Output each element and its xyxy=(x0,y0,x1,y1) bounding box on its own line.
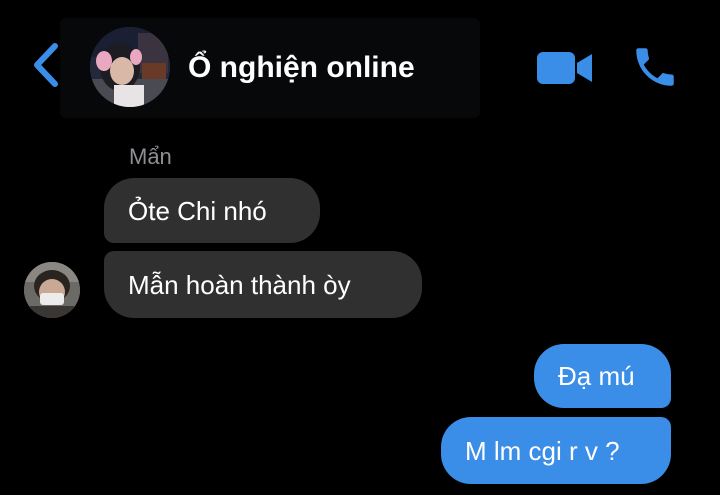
group-avatar-image xyxy=(90,27,170,107)
message-text: Đạ mú xyxy=(558,361,635,391)
group-avatar[interactable] xyxy=(90,27,170,107)
voice-call-button[interactable] xyxy=(630,42,680,92)
incoming-message-bubble[interactable]: Mẫn hoàn thành òy xyxy=(104,251,422,318)
outgoing-message-bubble[interactable]: M lm cgi r v ? xyxy=(441,417,671,484)
chat-header: Ổ nghiện online xyxy=(0,0,720,122)
incoming-message-bubble[interactable]: Ỏte Chi nhó xyxy=(104,178,320,243)
chat-title[interactable]: Ổ nghiện online xyxy=(188,50,415,86)
phone-icon xyxy=(636,48,674,86)
video-call-button[interactable] xyxy=(537,50,593,86)
outgoing-message-bubble[interactable]: Đạ mú xyxy=(534,344,671,408)
sender-avatar[interactable] xyxy=(24,262,80,318)
message-text: M lm cgi r v ? xyxy=(465,435,620,466)
back-button[interactable] xyxy=(26,40,66,90)
message-text: Mẫn hoàn thành òy xyxy=(128,269,351,300)
message-text: Ỏte Chi nhó xyxy=(128,195,267,226)
sender-avatar-image xyxy=(24,262,80,318)
sender-name: Mẩn xyxy=(129,144,172,169)
video-camera-icon xyxy=(537,52,592,84)
chevron-left-icon xyxy=(34,43,58,87)
